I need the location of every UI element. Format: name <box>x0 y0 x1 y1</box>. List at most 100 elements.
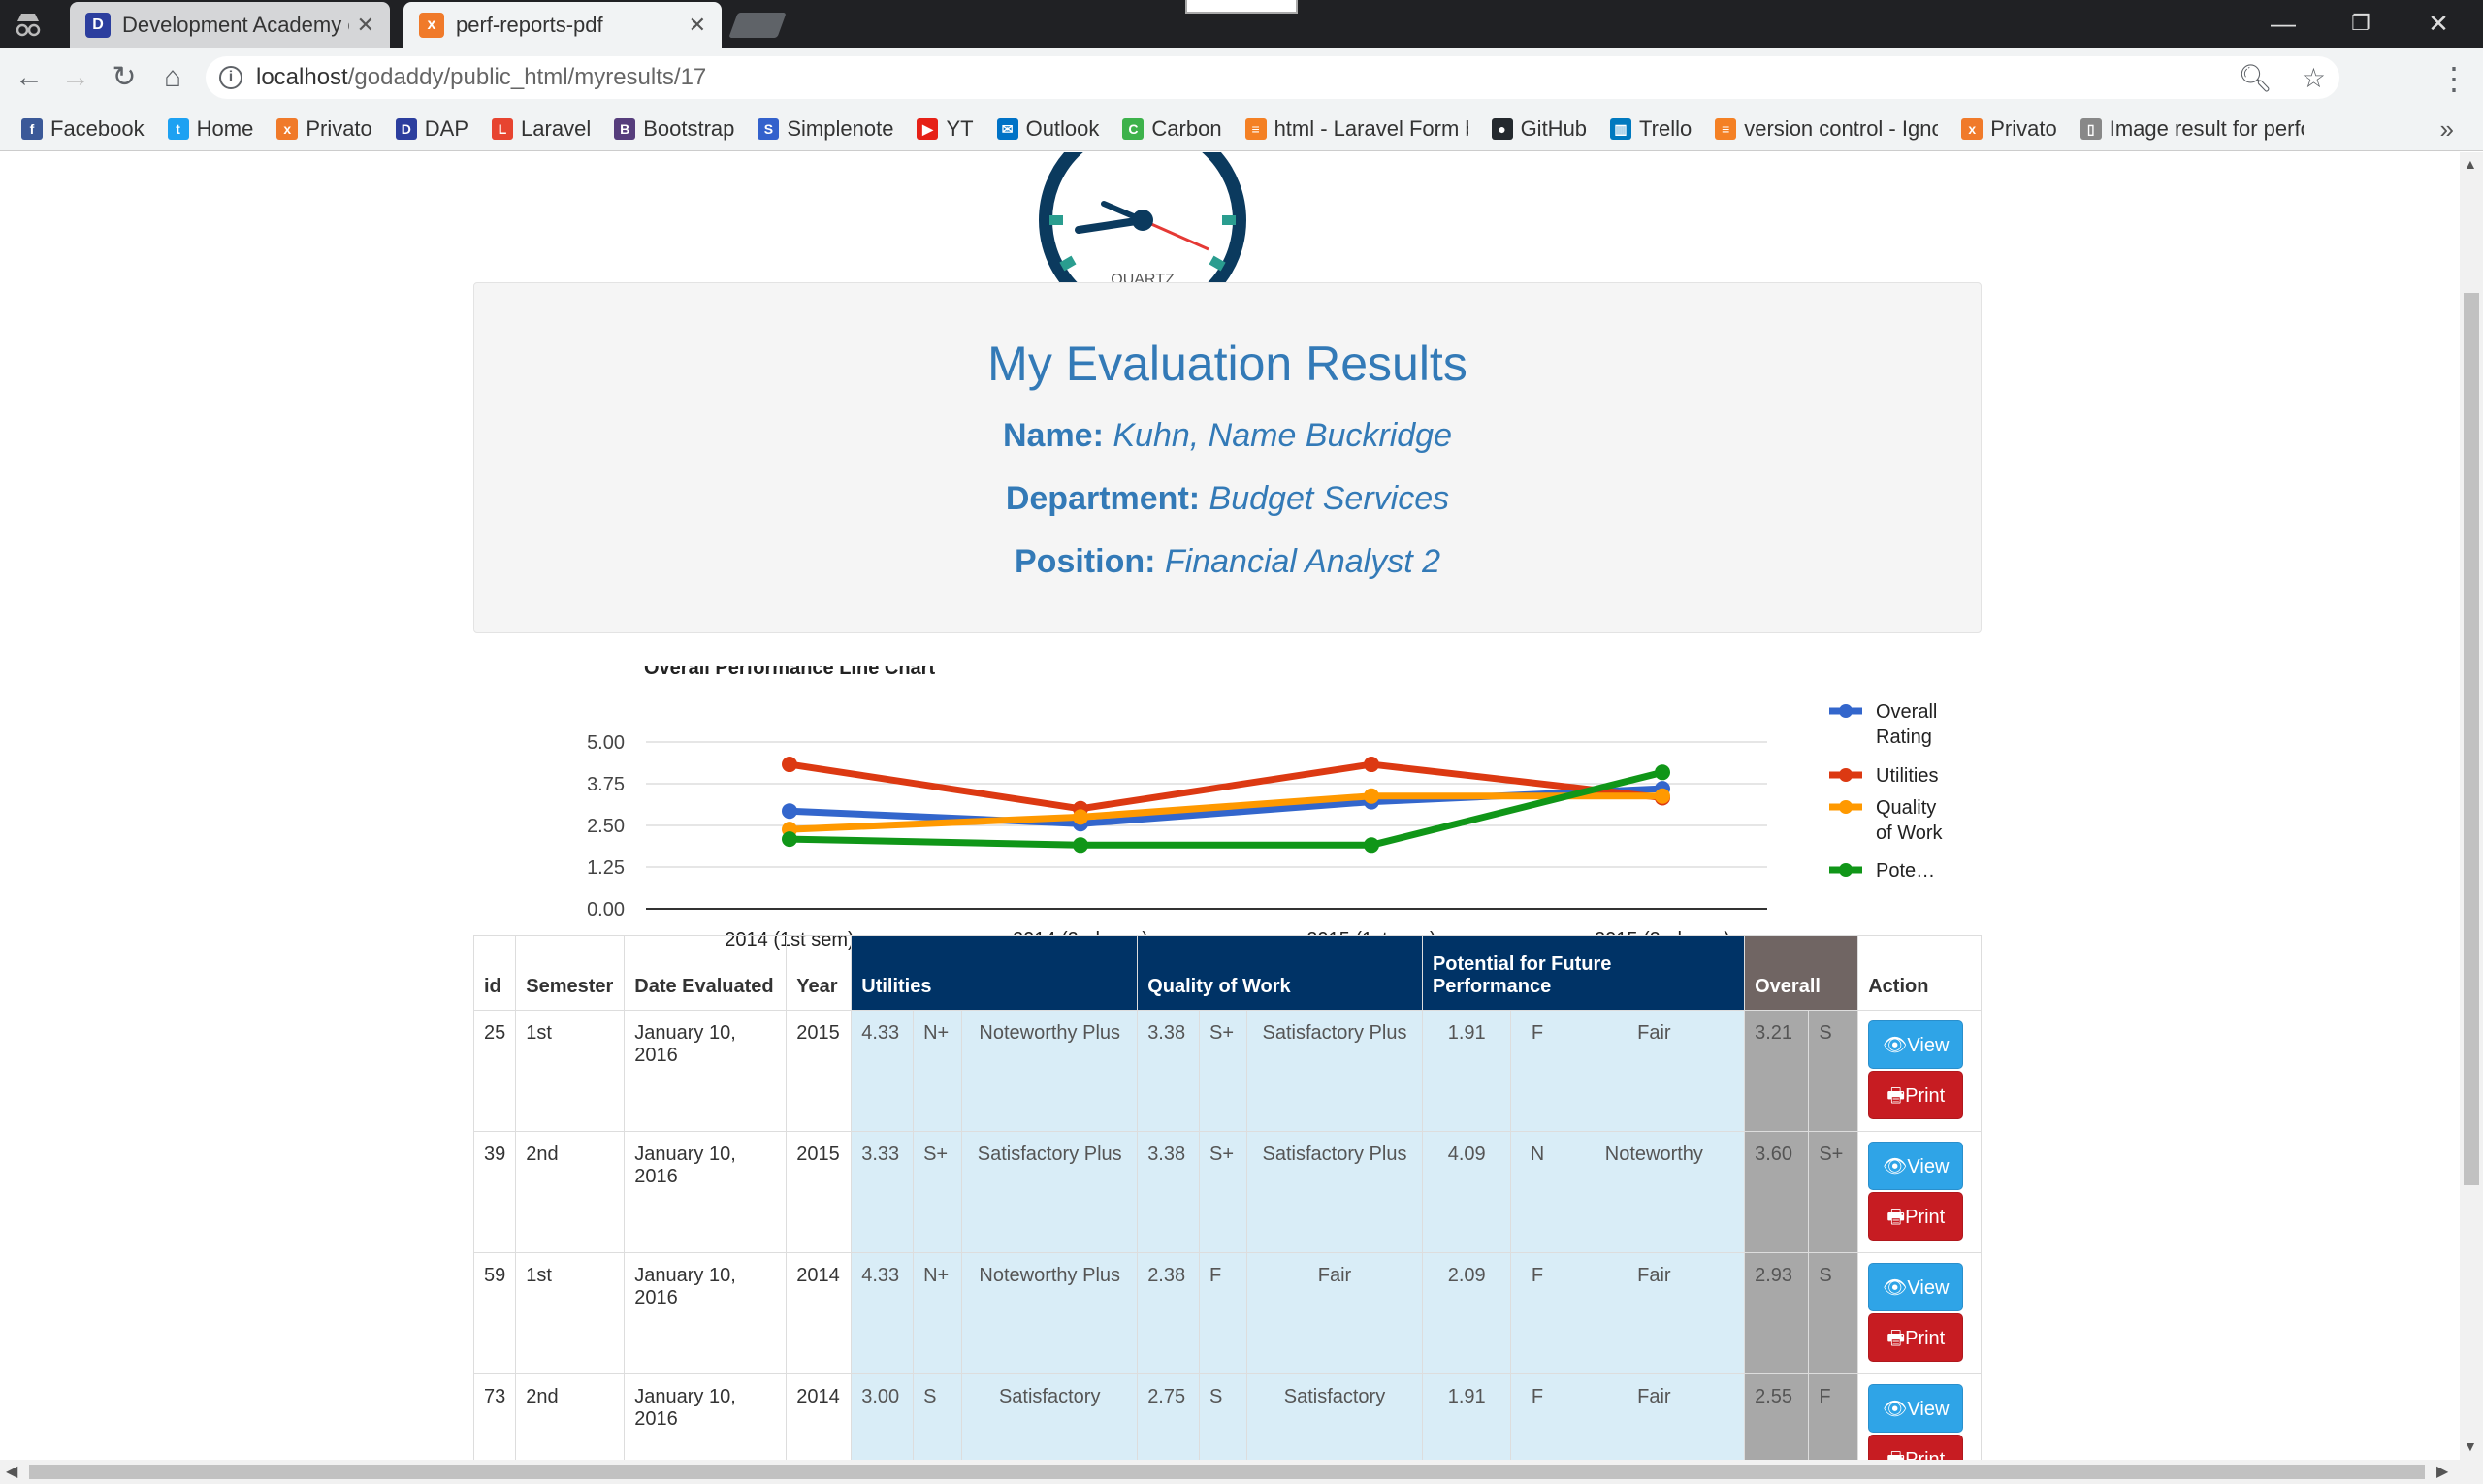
forward-icon[interactable]: → <box>58 60 93 95</box>
bookmark-html-laravel-form-b[interactable]: ≡ html - Laravel Form b <box>1244 116 1468 142</box>
laravel-icon: L <box>492 117 514 140</box>
window-drag-handle[interactable] <box>1185 0 1298 14</box>
col-semester: Semester <box>515 935 626 1011</box>
scroll-left-icon[interactable]: ◀ <box>6 1462 17 1481</box>
bookmark-home[interactable]: t Home <box>167 116 253 142</box>
bookmark-simplenote[interactable]: S Simplenote <box>758 116 893 142</box>
horizontal-scroll-thumb[interactable] <box>29 1465 2425 1479</box>
print-icon: 🖶︎ <box>1886 1207 1906 1228</box>
scroll-up-icon[interactable]: ▲ <box>2464 156 2477 172</box>
cell-action: 👁︎View 🖶︎Print <box>1857 1010 1982 1132</box>
name-value: Kuhn, Name Buckridge <box>1113 417 1453 454</box>
bookmark-dap[interactable]: D DAP <box>395 116 468 142</box>
table-row: 39 2nd January 10, 2016 2015 3.33 S+ Satisfact… <box>472 1131 1982 1253</box>
tab-title: Development Academy o <box>122 13 349 37</box>
view-button[interactable]: 👁︎View <box>1868 1142 1964 1190</box>
print-button[interactable]: 🖶︎Print <box>1868 1435 1964 1460</box>
legend-marker <box>1839 800 1853 814</box>
print-label: Print <box>1905 1328 1946 1349</box>
home-icon[interactable]: ⌂ <box>155 60 190 95</box>
col-id: id <box>472 935 517 1011</box>
more-bookmarks-icon[interactable]: » <box>2440 114 2454 145</box>
cell-u-score: 4.33 <box>851 1252 915 1374</box>
cell-p-score: 2.09 <box>1421 1252 1512 1374</box>
close-window-icon[interactable]: ✕ <box>2409 8 2467 39</box>
position-label: Position: <box>1015 543 1156 580</box>
dap-icon: D <box>395 117 417 140</box>
bookmark-label: Image result for perfo <box>2109 115 2304 141</box>
new-tab-button[interactable] <box>728 13 787 38</box>
bookmark-trello[interactable]: ▥ Trello <box>1610 116 1692 142</box>
cell-p-code: F <box>1510 1373 1564 1460</box>
cell-o-code: S+ <box>1808 1131 1859 1253</box>
bookmark-carbon[interactable]: C Carbon <box>1122 116 1222 142</box>
cell-p-desc: Fair <box>1563 1252 1746 1374</box>
cell-o-code: S <box>1808 1252 1859 1374</box>
back-icon[interactable]: ← <box>12 60 47 95</box>
cell-p-score: 1.91 <box>1421 1373 1512 1460</box>
cell-o-score: 3.60 <box>1744 1131 1810 1253</box>
carbon-icon: C <box>1122 117 1145 140</box>
cell-o-score: 2.93 <box>1744 1252 1810 1374</box>
print-button[interactable]: 🖶︎Print <box>1868 1192 1964 1241</box>
minimize-icon[interactable]: — <box>2254 8 2312 39</box>
scroll-right-icon[interactable]: ▶ <box>2436 1462 2448 1481</box>
bookmark-star-icon[interactable]: ☆ <box>2302 62 2326 94</box>
bookmark-image-result-for-perfo[interactable]: ▯ Image result for perfo <box>2080 116 2304 142</box>
bookmark-version-control-igno[interactable]: ≡ version control - Igno <box>1715 116 1938 142</box>
bookmark-yt[interactable]: ▶ YT <box>917 116 974 142</box>
info-icon[interactable]: i <box>219 66 242 89</box>
xampp-favicon-icon: x <box>419 13 444 38</box>
reload-icon[interactable]: ↻ <box>107 60 142 95</box>
menu-icon[interactable]: ⋮ <box>2438 60 2469 97</box>
vertical-scroll-thumb[interactable] <box>2464 293 2479 1185</box>
bookmark-facebook[interactable]: f Facebook <box>21 116 145 142</box>
browser-tabstrip: D Development Academy o ✕ x perf-reports… <box>0 0 2483 48</box>
bookmark-github[interactable]: ● GitHub <box>1491 116 1587 142</box>
bookmark-outlook[interactable]: ✉ Outlook <box>996 116 1099 142</box>
github-icon: ● <box>1491 117 1513 140</box>
y-tick-label: 0.00 <box>587 899 625 920</box>
horizontal-scrollbar[interactable]: ◀ ▶ <box>0 1460 2483 1484</box>
data-point <box>1655 764 1670 781</box>
cell-year: 2015 <box>786 1131 853 1253</box>
page-title: My Evaluation Results <box>987 337 1467 391</box>
print-button[interactable]: 🖶︎Print <box>1868 1071 1964 1119</box>
cell-q-code: F <box>1199 1252 1247 1374</box>
bookmark-privato[interactable]: x Privato <box>1961 115 2057 142</box>
cell-o-score: 2.55 <box>1744 1373 1810 1460</box>
bookmark-bootstrap[interactable]: B Bootstrap <box>614 116 734 142</box>
close-tab-icon[interactable]: ✕ <box>689 13 706 38</box>
cell-p-code: F <box>1510 1252 1564 1374</box>
tab-development-academy[interactable]: D Development Academy o ✕ <box>70 2 390 48</box>
y-tick-label: 3.75 <box>587 774 625 795</box>
data-point <box>1073 837 1088 854</box>
browser-toolbar: ← → ↻ ⌂ i localhost/godaddy/public_html/… <box>0 48 2483 107</box>
vertical-scrollbar[interactable]: ▲ ▼ <box>2460 152 2483 1460</box>
address-bar[interactable]: i localhost/godaddy/public_html/myresult… <box>206 56 2339 99</box>
view-button[interactable]: 👁︎View <box>1868 1020 1964 1069</box>
close-tab-icon[interactable]: ✕ <box>357 13 374 38</box>
chart-title: Overall Performance Line Chart <box>644 666 935 679</box>
print-icon: 🖶︎ <box>1886 1085 1906 1107</box>
view-button[interactable]: 👁︎View <box>1868 1384 1964 1433</box>
zoom-icon[interactable]: 🔍︎ <box>2238 62 2273 94</box>
bookmark-privato[interactable]: x Privato <box>276 116 372 142</box>
cell-semester: 1st <box>515 1252 626 1374</box>
restore-icon[interactable]: ❐ <box>2332 8 2390 39</box>
data-point <box>1364 788 1379 804</box>
print-label: Print <box>1905 1207 1946 1228</box>
view-button[interactable]: 👁︎View <box>1868 1263 1964 1311</box>
trello-icon: ▥ <box>1610 117 1632 140</box>
table-row: 25 1st January 10, 2016 2015 4.33 N+ Noteworth… <box>472 1010 1982 1132</box>
bookmark-laravel[interactable]: L Laravel <box>492 116 591 142</box>
bootstrap-icon: B <box>614 117 636 140</box>
tab-perf-reports-pdf[interactable]: x perf-reports-pdf ✕ <box>403 2 722 48</box>
cell-u-score: 3.00 <box>851 1373 915 1460</box>
scroll-down-icon[interactable]: ▼ <box>2464 1438 2477 1454</box>
print-button[interactable]: 🖶︎Print <box>1868 1313 1964 1362</box>
bookmark-label: Privato <box>1990 115 2057 141</box>
cell-q-code: S <box>1199 1373 1247 1460</box>
table-row: 73 2nd January 10, 2016 2014 3.00 S Satisfacto… <box>472 1373 1982 1460</box>
col-year: Year <box>786 935 853 1011</box>
